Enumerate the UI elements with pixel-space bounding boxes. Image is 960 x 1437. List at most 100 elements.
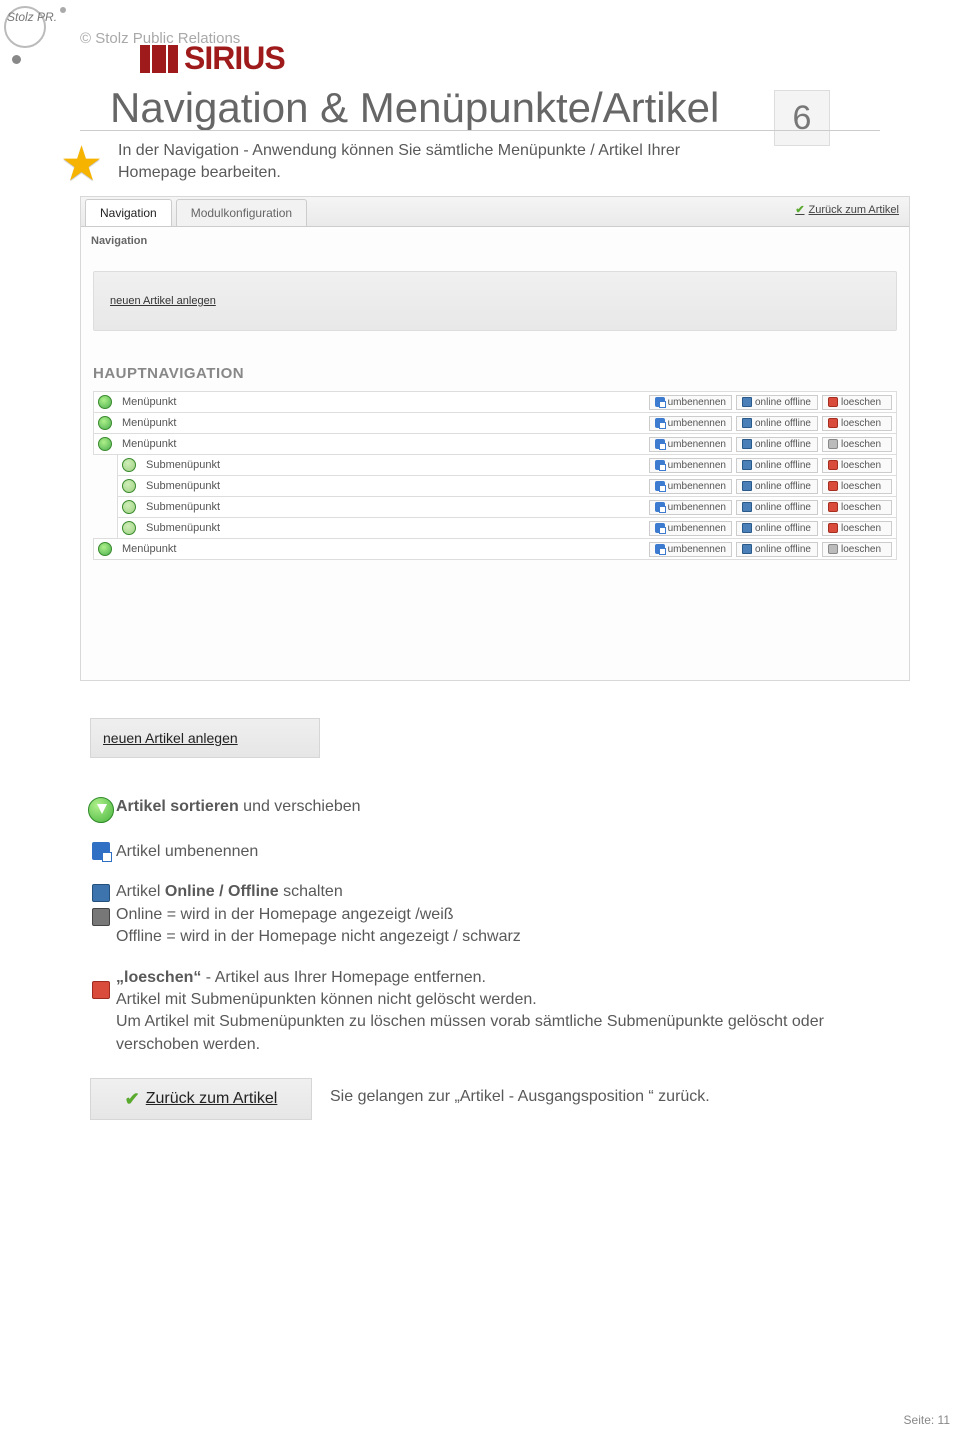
nav-row-label: Menüpunkt [122, 438, 649, 450]
nav-row: Submenüpunktumbenennen online offline loes… [117, 496, 897, 518]
nav-row-label: Submenüpunkt [146, 459, 649, 471]
edit-icon [655, 418, 665, 428]
legend-row-rename: Artikel umbenennen [86, 841, 870, 863]
rename-button[interactable]: umbenennen [649, 437, 732, 452]
nav-row-actions: umbenennen online offline loeschen [649, 542, 892, 557]
delete-button[interactable]: loeschen [822, 479, 892, 494]
disk-icon [742, 502, 752, 512]
sirius-logo: SIRIUS [140, 40, 285, 77]
drag-handle-icon[interactable] [122, 500, 136, 514]
trash-icon [92, 981, 110, 999]
nav-row-label: Submenüpunkt [146, 522, 649, 534]
online-offline-button[interactable]: online offline [736, 479, 818, 494]
rename-button[interactable]: umbenennen [649, 521, 732, 536]
nav-row: Submenüpunktumbenennenonline offlineloes… [117, 475, 897, 497]
online-offline-button[interactable]: online offline [736, 542, 818, 557]
legend-sort-rest: und verschieben [239, 798, 361, 815]
title-divider [80, 130, 880, 131]
disk-icon [742, 544, 752, 554]
legend-row-delete: „loeschen“ - Artikel aus Ihrer Homepage … [86, 967, 870, 1057]
nav-row-actions: umbenennen online offline loeschen [649, 395, 892, 410]
nav-row-actions: umbenennen online offline loeschen [649, 479, 892, 494]
delete-button[interactable]: loeschen [822, 500, 892, 515]
disk-icon [742, 418, 752, 428]
check-icon: ✔ [795, 203, 804, 216]
disk-icon [742, 439, 752, 449]
rename-button[interactable]: umbenennen [649, 416, 732, 431]
footer-page-number: Seite: 11 [904, 1413, 950, 1427]
trash-icon [828, 418, 838, 428]
disk-online-icon [92, 884, 110, 902]
sirius-text: SIRIUS [184, 40, 285, 77]
nav-row-label: Menüpunkt [122, 396, 649, 408]
rename-button[interactable]: umbenennen [649, 395, 732, 410]
drag-handle-icon[interactable] [98, 395, 112, 409]
online-offline-button[interactable]: online offline [736, 395, 818, 410]
online-offline-button[interactable]: online offline [736, 500, 818, 515]
legend-del-l3: Um Artikel mit Submenüpunkten zu löschen… [116, 1011, 870, 1056]
online-offline-button[interactable]: online offline [736, 458, 818, 473]
trash-icon [828, 397, 838, 407]
legend-onoff-post: schalten [279, 883, 343, 900]
delete-button[interactable]: loeschen [822, 521, 892, 536]
new-article-fragment-link[interactable]: neuen Artikel anlegen [103, 730, 238, 746]
trash-icon [828, 460, 838, 470]
delete-button[interactable]: loeschen [822, 395, 892, 410]
delete-button[interactable]: loeschen [822, 416, 892, 431]
edit-icon [655, 397, 665, 407]
sort-arrow-icon [88, 797, 114, 823]
nav-row-label: Submenüpunkt [146, 501, 649, 513]
nav-table: Menüpunktumbenennenonline offlineloesche… [93, 391, 897, 560]
back-to-article-link[interactable]: ✔ Zurück zum Artikel [795, 203, 899, 216]
drag-handle-icon[interactable] [122, 479, 136, 493]
drag-handle-icon[interactable] [122, 521, 136, 535]
legend: Artikel sortieren und verschieben Artike… [86, 796, 870, 1074]
delete-button: loeschen [822, 542, 892, 557]
disk-icon [742, 481, 752, 491]
tab-modulkonfiguration[interactable]: Modulkonfiguration [176, 199, 307, 226]
legend-onoff-l3: Offline = wird in der Homepage nicht ang… [116, 926, 521, 948]
nav-row: Menüpunktumbenennen online offline loesche… [93, 391, 897, 413]
trash-icon [828, 502, 838, 512]
nav-row-actions: umbenennen online offline loeschen [649, 437, 892, 452]
edit-icon [655, 481, 665, 491]
legend-onoff-pre: Artikel [116, 883, 165, 900]
edit-icon [655, 439, 665, 449]
trash-icon [828, 523, 838, 533]
delete-button: loeschen [822, 437, 892, 452]
rename-button[interactable]: umbenennen [649, 458, 732, 473]
legend-row-onoff: Artikel Online / Offline schalten Online… [86, 881, 870, 948]
edit-icon [655, 460, 665, 470]
drag-handle-icon[interactable] [98, 542, 112, 556]
nav-row: Submenüpunktumbenennen online offline loes… [117, 517, 897, 539]
disk-icon [742, 397, 752, 407]
rename-button[interactable]: umbenennen [649, 542, 732, 557]
trash-icon [828, 481, 838, 491]
back-link-label: Zurück zum Artikel [809, 204, 899, 216]
edit-icon [655, 544, 665, 554]
online-offline-button[interactable]: online offline [736, 437, 818, 452]
brand-small-text: Stolz PR. [7, 10, 57, 24]
rename-button[interactable]: umbenennen [649, 500, 732, 515]
page-title: Navigation & Menüpunkte/Artikel [110, 84, 719, 132]
drag-handle-icon[interactable] [98, 437, 112, 451]
nav-row-actions: umbenennen online offline loeschen [649, 521, 892, 536]
drag-handle-icon[interactable] [98, 416, 112, 430]
back-fragment[interactable]: ✔ Zurück zum Artikel [90, 1078, 312, 1120]
new-article-bar: neuen Artikel anlegen [93, 271, 897, 331]
legend-onoff-strong: Online / Offline [165, 883, 279, 900]
tab-navigation[interactable]: Navigation [85, 199, 172, 226]
rename-button[interactable]: umbenennen [649, 479, 732, 494]
online-offline-button[interactable]: online offline [736, 416, 818, 431]
edit-icon [92, 842, 110, 860]
online-offline-button[interactable]: online offline [736, 521, 818, 536]
disk-icon [742, 523, 752, 533]
delete-button[interactable]: loeschen [822, 458, 892, 473]
new-article-link[interactable]: neuen Artikel anlegen [110, 295, 216, 307]
drag-handle-icon[interactable] [122, 458, 136, 472]
trash-icon [828, 439, 838, 449]
nav-row-label: Menüpunkt [122, 417, 649, 429]
tab-bar: Navigation Modulkonfiguration ✔ Zurück z… [81, 197, 909, 227]
nav-row-actions: umbenennen online offline loeschen [649, 458, 892, 473]
nav-row: Menüpunktumbenennenonline offlineloesche… [93, 538, 897, 560]
